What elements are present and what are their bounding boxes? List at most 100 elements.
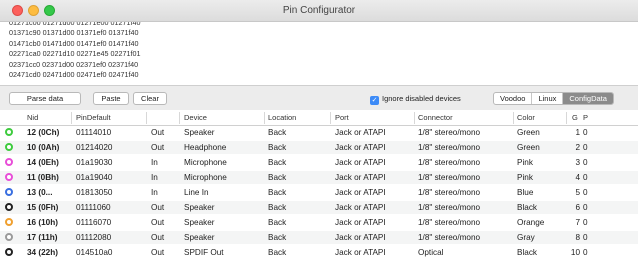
- cell-port: Jack or ATAPI: [335, 128, 386, 137]
- table-row[interactable]: 15 (0Fh) 01111060 Out Speaker Back Jack or AT…: [0, 201, 638, 214]
- cell-color: Green: [517, 128, 540, 137]
- jack-color-ring-icon: [5, 173, 13, 181]
- cell-direction: Out: [151, 128, 165, 137]
- cell-group: 10: [570, 248, 580, 257]
- clear-button[interactable]: Clear: [133, 92, 167, 105]
- table-row[interactable]: 12 (0Ch) 01114010 Out Speaker Back Jack or AT…: [0, 126, 638, 139]
- table-row[interactable]: 10 (0Ah) 01214020 Out Headphone Back Jack or …: [0, 141, 638, 154]
- ignore-disabled-checkbox[interactable]: ✓ Ignore disabled devices: [370, 93, 461, 105]
- cell-pindefault: 014510a0: [76, 248, 113, 257]
- tab-linux[interactable]: Linux: [532, 93, 564, 104]
- jack-color-ring-icon: [5, 143, 13, 151]
- cell-port: Jack or ATAPI: [335, 248, 386, 257]
- cell-pindefault: 01214020: [76, 143, 113, 152]
- cell-port: Jack or ATAPI: [335, 143, 386, 152]
- table-row[interactable]: 14 (0Eh) 01a19030 In Microphone Back Jack or …: [0, 156, 638, 169]
- cell-pindefault: 01813050: [76, 188, 113, 197]
- cell-position: 0: [583, 128, 588, 137]
- column-header-p[interactable]: P: [583, 113, 588, 122]
- config-data-textarea[interactable]: 01271c00 01271d00 01271e00 01271f40 01371…: [0, 22, 638, 86]
- column-header-pindefault[interactable]: PinDefault: [76, 113, 111, 122]
- toolbar: Parse data Paste Clear ✓ Ignore disabled …: [0, 89, 638, 109]
- cell-pindefault: 01112080: [76, 233, 112, 242]
- table-row[interactable]: 16 (10h) 01116070 Out Speaker Back Jack or AT…: [0, 216, 638, 229]
- cell-position: 0: [583, 233, 588, 242]
- cell-connector: 1/8" stereo/mono: [418, 203, 481, 212]
- parse-data-button[interactable]: Parse data: [9, 92, 81, 105]
- cell-position: 0: [583, 173, 588, 182]
- cell-pindefault: 01a19040: [76, 173, 113, 182]
- cell-nid: 11 (0Bh): [27, 173, 59, 182]
- cell-position: 0: [583, 248, 588, 257]
- cell-nid: 13 (0...: [27, 188, 53, 197]
- cell-port: Jack or ATAPI: [335, 218, 386, 227]
- table-row[interactable]: 11 (0Bh) 01a19040 In Microphone Back Jack or …: [0, 171, 638, 184]
- cell-connector: 1/8" stereo/mono: [418, 188, 481, 197]
- cell-location: Back: [268, 218, 287, 227]
- cell-pindefault: 01114010: [76, 128, 112, 137]
- cell-connector: 1/8" stereo/mono: [418, 158, 481, 167]
- cell-group: 3: [575, 158, 580, 167]
- column-header-nid[interactable]: Nid: [27, 113, 38, 122]
- cell-nid: 34 (22h): [27, 248, 58, 257]
- cell-direction: Out: [151, 233, 165, 242]
- cell-port: Jack or ATAPI: [335, 203, 386, 212]
- cell-connector: 1/8" stereo/mono: [418, 233, 481, 242]
- cell-location: Back: [268, 248, 287, 257]
- checkbox-checked-icon: ✓: [370, 96, 379, 105]
- column-header-device[interactable]: Device: [184, 113, 207, 122]
- tab-configdata[interactable]: ConfigData: [563, 93, 613, 104]
- cell-direction: Out: [151, 203, 165, 212]
- cell-nid: 12 (0Ch): [27, 128, 60, 137]
- column-header-port[interactable]: Port: [335, 113, 349, 122]
- table-row[interactable]: 34 (22h) 014510a0 Out SPDIF Out Back Jack or …: [0, 246, 638, 259]
- cell-device: Speaker: [184, 233, 215, 242]
- cell-device: Microphone: [184, 173, 227, 182]
- cell-group: 4: [575, 173, 580, 182]
- cell-pindefault: 01111060: [76, 203, 111, 212]
- column-header-connector[interactable]: Connector: [418, 113, 453, 122]
- config-data-text: 01271c00 01271d00 01271e00 01271f40 01371…: [9, 22, 309, 80]
- cell-nid: 15 (0Fh): [27, 203, 59, 212]
- cell-group: 7: [575, 218, 580, 227]
- cell-connector: 1/8" stereo/mono: [418, 128, 481, 137]
- cell-position: 0: [583, 158, 588, 167]
- cell-pindefault: 01a19030: [76, 158, 113, 167]
- table-row[interactable]: 17 (11h) 01112080 Out Speaker Back Jack or AT…: [0, 231, 638, 244]
- cell-device: Speaker: [184, 218, 215, 227]
- jack-color-ring-icon: [5, 218, 13, 226]
- cell-color: Orange: [517, 218, 545, 227]
- ignore-disabled-label: Ignore disabled devices: [382, 94, 461, 103]
- cell-color: Blue: [517, 188, 534, 197]
- column-header-location[interactable]: Location: [268, 113, 296, 122]
- paste-button[interactable]: Paste: [93, 92, 129, 105]
- jack-color-ring-icon: [5, 188, 13, 196]
- cell-color: Pink: [517, 158, 533, 167]
- cell-position: 0: [583, 188, 588, 197]
- cell-nid: 14 (0Eh): [27, 158, 59, 167]
- table-header: Nid PinDefault Device Location Port Conn…: [0, 110, 638, 126]
- config-data-line: 02271ca0 02271d10 02271e45 02271f01: [9, 49, 141, 59]
- jack-color-ring-icon: [5, 158, 13, 166]
- output-format-segmented-control[interactable]: Voodoo Linux ConfigData: [493, 92, 614, 105]
- config-data-line: 01371c90 01371d00 01371ef0 01371f40: [9, 28, 139, 38]
- cell-color: Black: [517, 248, 538, 257]
- cell-location: Back: [268, 188, 287, 197]
- cell-direction: In: [151, 188, 158, 197]
- window-title: Pin Configurator: [282, 5, 356, 16]
- cell-position: 0: [583, 203, 588, 212]
- cell-nid: 16 (10h): [27, 218, 58, 227]
- cell-device: Speaker: [184, 203, 215, 212]
- column-header-g[interactable]: G: [572, 113, 578, 122]
- table-row[interactable]: 13 (0... 01813050 In Line In Back Jack or ATA…: [0, 186, 638, 199]
- config-data-line: 01471cb0 01471d00 01471ef0 01471f40: [9, 38, 139, 48]
- cell-color: Green: [517, 143, 540, 152]
- tab-voodoo[interactable]: Voodoo: [494, 93, 533, 104]
- cell-nid: 10 (0Ah): [27, 143, 60, 152]
- jack-color-ring-icon: [5, 233, 13, 241]
- column-header-color[interactable]: Color: [517, 113, 535, 122]
- cell-port: Jack or ATAPI: [335, 188, 386, 197]
- cell-direction: Out: [151, 218, 165, 227]
- title-bar: Pin Configurator: [0, 0, 638, 22]
- cell-device: Microphone: [184, 158, 227, 167]
